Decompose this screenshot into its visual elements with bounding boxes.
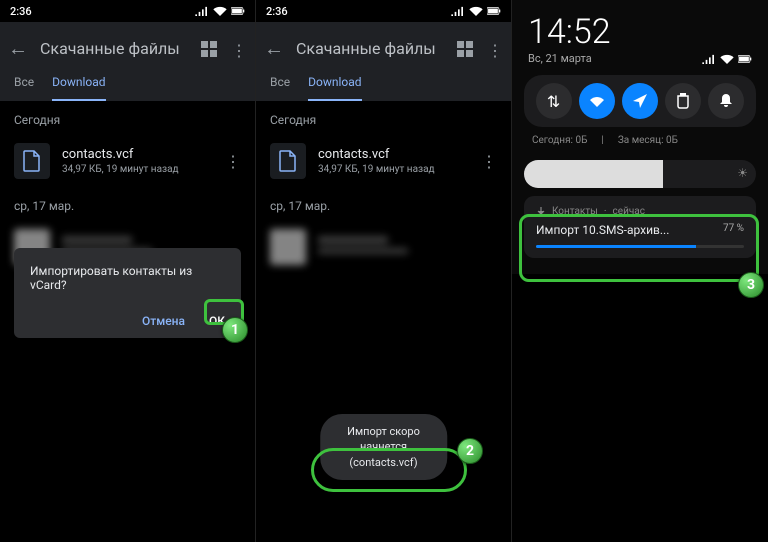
file-meta: 34,97 КБ, 19 минут назад	[62, 164, 213, 175]
section-today: Сегодня	[256, 101, 511, 135]
status-bar: 2:36	[0, 0, 255, 22]
signal-icon	[702, 54, 716, 64]
file-icon	[270, 143, 306, 179]
signal-icon	[451, 6, 465, 16]
qs-bell-icon[interactable]	[708, 83, 744, 119]
section-today: Сегодня	[0, 101, 255, 135]
status-time: 2:36	[10, 5, 32, 18]
wifi-icon	[213, 6, 227, 16]
dialog-title: Импортировать контакты из vCard?	[30, 264, 225, 292]
file-row[interactable]: contacts.vcf 34,97 КБ, 19 минут назад ⋮	[256, 135, 511, 187]
notification-shade: 14:52 Вс, 21 марта ⇅ Сегодня: 0Б | За ме…	[512, 0, 768, 274]
notif-percent: 77 %	[723, 223, 744, 234]
sun-icon: ☀	[737, 166, 748, 180]
app-bar: ← Скачанные файлы ⋮ Все Download	[0, 22, 255, 101]
toast: Импорт скоро начнется (contacts.vcf)	[320, 414, 448, 480]
progress-bar	[536, 245, 744, 248]
download-icon	[536, 207, 546, 217]
notif-app: Контакты	[552, 206, 598, 217]
quick-settings: ⇅	[524, 75, 756, 127]
toast-line1: Импорт скоро начнется	[342, 424, 426, 455]
brightness-slider[interactable]: ☀	[524, 160, 756, 188]
file-name: contacts.vcf	[318, 147, 469, 162]
shade-date: Вс, 21 марта	[528, 52, 592, 65]
section-older: ср, 17 мар.	[0, 187, 255, 221]
qs-data-icon[interactable]: ⇅	[536, 83, 572, 119]
status-time: 2:36	[266, 5, 288, 18]
usage-today: Сегодня: 0Б	[532, 135, 587, 146]
qs-power-icon[interactable]	[665, 83, 701, 119]
more-icon[interactable]: ⋮	[231, 41, 247, 57]
qs-wifi-icon[interactable]	[579, 83, 615, 119]
wifi-icon	[720, 54, 734, 64]
badge-3: 3	[738, 272, 764, 298]
signal-icon	[195, 6, 209, 16]
qs-location-icon[interactable]	[622, 83, 658, 119]
file-name: contacts.vcf	[62, 147, 213, 162]
battery-icon	[487, 6, 501, 16]
cancel-button[interactable]: Отмена	[142, 314, 185, 328]
import-dialog: Импортировать контакты из vCard? Отмена …	[14, 248, 241, 338]
badge-2: 2	[457, 438, 483, 464]
tab-all[interactable]: Все	[270, 75, 290, 101]
shade-clock: 14:52	[520, 8, 760, 52]
file-icon	[14, 143, 50, 179]
tab-download[interactable]: Download	[308, 75, 361, 101]
import-notification[interactable]: Контакты · сейчас 77 % Импорт 10.SMS-арх…	[524, 196, 756, 258]
appbar-title: Скачанные файлы	[40, 39, 189, 58]
more-icon[interactable]: ⋮	[487, 41, 503, 57]
battery-icon	[738, 54, 752, 64]
tab-all[interactable]: Все	[14, 75, 34, 101]
usage-month: За месяц: 0Б	[618, 135, 678, 146]
notif-when: сейчас	[613, 206, 645, 217]
file-menu-icon[interactable]: ⋮	[481, 152, 497, 171]
file-meta: 34,97 КБ, 19 минут назад	[318, 164, 469, 175]
app-bar: ← Скачанные файлы ⋮ Все Download	[256, 22, 511, 101]
appbar-title: Скачанные файлы	[296, 39, 445, 58]
battery-icon	[231, 6, 245, 16]
wifi-icon	[469, 6, 483, 16]
badge-1: 1	[222, 317, 248, 343]
back-icon[interactable]: ←	[8, 36, 28, 61]
grid-view-icon[interactable]	[457, 41, 473, 57]
file-row[interactable]: contacts.vcf 34,97 КБ, 19 минут назад ⋮	[0, 135, 255, 187]
notif-title: Импорт 10.SMS-архив...	[536, 223, 744, 237]
file-menu-icon[interactable]: ⋮	[225, 152, 241, 171]
tab-download[interactable]: Download	[52, 75, 105, 101]
section-older: ср, 17 мар.	[256, 187, 511, 221]
back-icon[interactable]: ←	[264, 36, 284, 61]
grid-view-icon[interactable]	[201, 41, 217, 57]
file-row-blurred	[256, 221, 511, 273]
status-bar: 2:36	[256, 0, 511, 22]
toast-line2: (contacts.vcf)	[342, 455, 426, 470]
